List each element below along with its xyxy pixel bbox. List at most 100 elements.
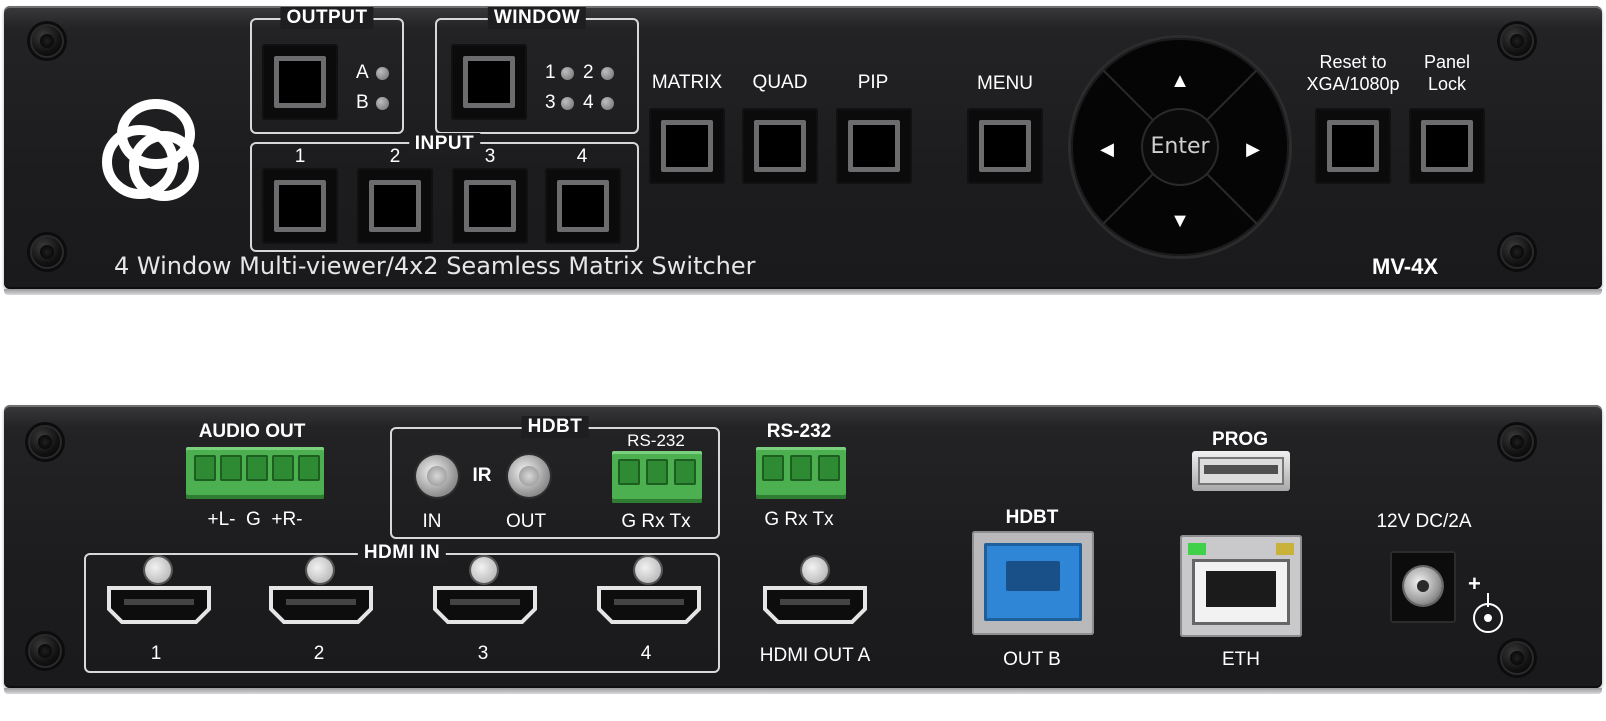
- ir-in-label: IN: [422, 511, 442, 532]
- audio-out-title: AUDIO OUT: [198, 421, 306, 442]
- audio-out-pins: +L- G +R-: [207, 509, 303, 530]
- reset-label-line1: Reset to: [1319, 52, 1387, 72]
- input-2-label: 2: [389, 146, 401, 167]
- model-name: MV-4X: [1372, 254, 1439, 279]
- dc-polarity-icon: [1473, 593, 1503, 633]
- screw-icon: [30, 24, 64, 58]
- pip-label: PIP: [857, 72, 889, 93]
- reset-button[interactable]: [1315, 108, 1391, 184]
- hdmi-screw-icon: [471, 557, 497, 583]
- enter-button[interactable]: Enter: [1143, 110, 1217, 184]
- nav-up-button[interactable]: ▲: [1170, 70, 1190, 93]
- ir-in-jack[interactable]: [416, 455, 458, 497]
- hdbt-rs232-terminal[interactable]: [612, 451, 702, 503]
- pip-button[interactable]: [836, 108, 912, 184]
- panel-lock-label-line1: Panel: [1423, 52, 1471, 72]
- rs232-title: RS-232: [766, 421, 832, 442]
- hdbt-control-title: HDBT: [521, 416, 589, 438]
- rs232-terminal[interactable]: [756, 447, 846, 499]
- window-2-led: [601, 67, 614, 80]
- screw-icon: [1500, 24, 1534, 58]
- hdmi-out-a-label: HDMI OUT A: [759, 645, 871, 666]
- hdbt-control-group: HDBT IR IN OUT RS-232 G Rx Tx: [390, 416, 720, 539]
- hdbt-out-b-label: OUT B: [1003, 649, 1061, 670]
- window-4-label: 4: [583, 92, 594, 113]
- hdmi-in-1-label: 1: [150, 643, 162, 664]
- hdbt-rs232-pins: G Rx Tx: [621, 511, 691, 532]
- quad-label: QUAD: [752, 72, 808, 93]
- window-4-led: [601, 97, 614, 110]
- menu-button[interactable]: [967, 108, 1043, 184]
- hdmi-in-2-port[interactable]: [268, 585, 374, 625]
- prog-title: PROG: [1212, 429, 1268, 450]
- rs232-pins: G Rx Tx: [764, 509, 834, 530]
- prog-usb-port[interactable]: [1192, 451, 1290, 491]
- audio-out-terminal[interactable]: [186, 447, 324, 499]
- screw-icon: [1500, 235, 1534, 269]
- window-group: WINDOW 1 2 3 4: [435, 7, 639, 134]
- product-description: 4 Window Multi-viewer/4x2 Seamless Matri…: [114, 252, 756, 280]
- output-b-led: [376, 97, 389, 110]
- front-panel: OUTPUT A B WINDOW 1 2 3 4 INPUT 1 2 3 4 …: [4, 6, 1602, 295]
- window-1-label: 1: [545, 62, 556, 83]
- eth-label: ETH: [1222, 649, 1260, 670]
- output-group-title: OUTPUT: [280, 7, 374, 29]
- window-3-led: [561, 97, 574, 110]
- input-4-label: 4: [576, 146, 588, 167]
- hdmi-screw-icon: [307, 557, 333, 583]
- input-group-title: INPUT: [408, 133, 481, 155]
- nav-left-button[interactable]: ◀: [1100, 139, 1114, 160]
- hdbt-rs232-label: RS-232: [627, 431, 685, 450]
- enter-label: Enter: [1150, 134, 1210, 159]
- quad-button[interactable]: [742, 108, 818, 184]
- ir-out-label: OUT: [505, 511, 547, 532]
- window-2-label: 2: [583, 62, 594, 83]
- panel-lock-label-line2: Lock: [1427, 74, 1467, 94]
- power-dc-jack[interactable]: [1390, 551, 1456, 623]
- nav-pad: Enter ▲ ▼ ◀ ▶: [1071, 38, 1289, 256]
- reset-label-line2: XGA/1080p: [1306, 74, 1400, 94]
- power-label: 12V DC/2A: [1376, 511, 1472, 532]
- matrix-label: MATRIX: [651, 72, 723, 93]
- eth-port[interactable]: [1180, 535, 1302, 637]
- screw-icon: [1500, 641, 1534, 675]
- input-4-button[interactable]: [545, 168, 621, 244]
- hdmi-in-4-label: 4: [640, 643, 652, 664]
- window-button[interactable]: [451, 44, 527, 120]
- hdmi-in-4-port[interactable]: [596, 585, 702, 625]
- hdbt-out-b-port[interactable]: [972, 531, 1094, 635]
- input-3-button[interactable]: [452, 168, 528, 244]
- input-1-button[interactable]: [262, 168, 338, 244]
- hdmi-out-a-port[interactable]: [762, 585, 868, 625]
- output-button[interactable]: [262, 44, 338, 120]
- window-group-title: WINDOW: [487, 7, 587, 29]
- hdmi-screw-icon: [145, 557, 171, 583]
- hdmi-in-title: HDMI IN: [357, 542, 447, 564]
- rear-panel: AUDIO OUT +L- G +R- HDBT IR IN OUT RS-23…: [4, 405, 1602, 694]
- output-a-label: A: [356, 62, 369, 83]
- input-2-button[interactable]: [357, 168, 433, 244]
- hdmi-in-1-port[interactable]: [106, 585, 212, 625]
- window-3-label: 3: [545, 92, 556, 113]
- hdmi-in-2-label: 2: [313, 643, 325, 664]
- screw-icon: [30, 235, 64, 269]
- window-1-led: [561, 67, 574, 80]
- menu-label: MENU: [977, 73, 1033, 94]
- ir-out-jack[interactable]: [508, 455, 550, 497]
- matrix-button[interactable]: [649, 108, 725, 184]
- screw-icon: [28, 425, 62, 459]
- nav-right-button[interactable]: ▶: [1246, 139, 1260, 160]
- brand-logo-icon: [102, 99, 199, 201]
- screw-icon: [1500, 425, 1534, 459]
- panel-lock-button[interactable]: [1409, 108, 1485, 184]
- hdmi-screw-icon: [802, 557, 828, 583]
- output-b-label: B: [356, 92, 369, 113]
- input-1-label: 1: [294, 146, 306, 167]
- nav-down-button[interactable]: ▼: [1170, 210, 1190, 233]
- input-3-label: 3: [484, 146, 496, 167]
- hdbt-out-title: HDBT: [1005, 507, 1059, 528]
- output-group: OUTPUT A B: [250, 7, 404, 134]
- hdmi-screw-icon: [635, 557, 661, 583]
- screw-icon: [28, 634, 62, 668]
- hdmi-in-3-port[interactable]: [432, 585, 538, 625]
